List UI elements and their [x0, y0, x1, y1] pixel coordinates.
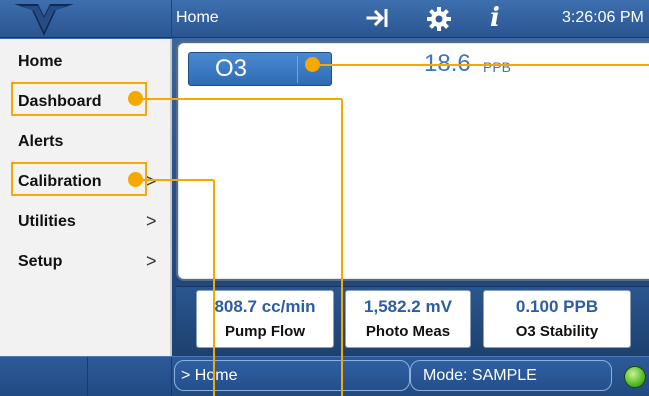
logo	[0, 0, 172, 38]
stat-value: 1,582.2 mV	[364, 297, 452, 316]
stat-card-pump-flow[interactable]: 808.7 cc/min Pump Flow	[196, 290, 334, 348]
bottom-bar-segment	[88, 357, 172, 396]
calibration-callout-box	[11, 162, 147, 196]
logo-icon	[14, 4, 74, 36]
exit-icon[interactable]	[366, 6, 392, 35]
callout-dot	[128, 172, 143, 187]
sidebar-item-alerts[interactable]: Alerts	[0, 121, 170, 161]
stat-card-photo-meas[interactable]: 1,582.2 mV Photo Meas	[345, 290, 471, 348]
clock: 3:26:06 PM	[562, 9, 644, 26]
chevron-right-icon: >	[146, 251, 157, 271]
dashboard-callout-box	[11, 82, 147, 116]
gas-concentration-value: 18.6	[424, 50, 471, 77]
chevron-right-icon: >	[146, 171, 157, 191]
sidebar-item-setup[interactable]: Setup >	[0, 241, 170, 281]
mode-indicator: Mode: SAMPLE	[410, 360, 612, 391]
callout-dot	[305, 57, 320, 72]
sidebar-item-utilities[interactable]: Utilities >	[0, 201, 170, 241]
stat-value: 0.100 PPB	[515, 297, 599, 316]
bottom-bar-segment	[0, 357, 88, 396]
chevron-right-icon: >	[146, 211, 157, 231]
sidebar-item-label: Home	[18, 53, 63, 70]
page-title: Home	[176, 9, 219, 26]
callout-dot	[128, 91, 143, 106]
gas-concentration-unit: PPB	[483, 59, 512, 75]
mode-text: Mode: SAMPLE	[423, 367, 537, 384]
breadcrumb-text: > Home	[181, 367, 238, 384]
stat-label: Photo Meas	[365, 323, 451, 340]
gas-name: O3	[215, 55, 248, 82]
stat-value: 808.7 cc/min	[214, 297, 316, 316]
info-icon[interactable]: i	[490, 3, 500, 33]
stat-label: Pump Flow	[225, 323, 305, 340]
breadcrumb[interactable]: > Home	[174, 360, 410, 391]
sidebar-item-home[interactable]: Home	[0, 41, 170, 81]
sidebar-item-label: Setup	[18, 253, 63, 270]
button-divider	[297, 56, 298, 83]
top-bar: Home i 3:26:06 PM	[0, 0, 649, 38]
stat-label: O3 Stability	[515, 323, 599, 340]
sidebar-item-label: Utilities	[18, 213, 76, 230]
gear-icon[interactable]	[426, 6, 452, 37]
stat-card-o3-stability[interactable]: 0.100 PPB O3 Stability	[483, 290, 631, 348]
sidebar-item-label: Alerts	[18, 133, 64, 150]
status-led-icon	[624, 366, 646, 388]
